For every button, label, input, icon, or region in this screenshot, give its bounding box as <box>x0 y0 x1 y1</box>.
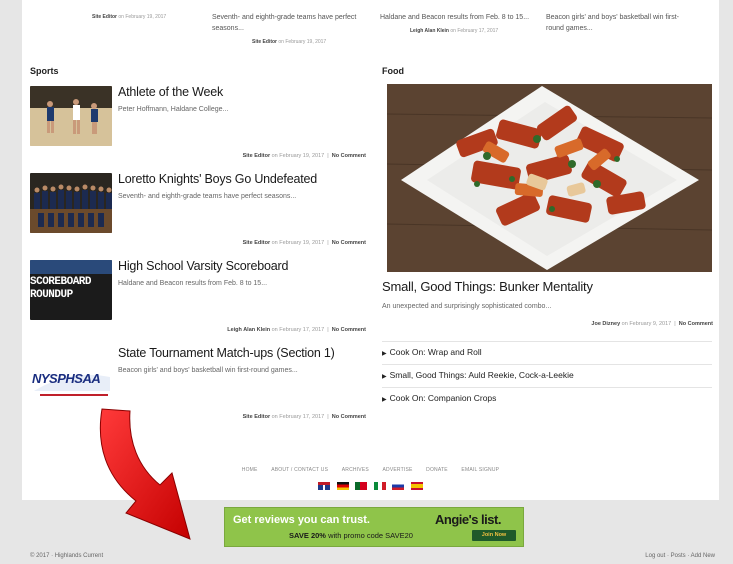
sports-section-title[interactable]: Sports <box>30 66 59 76</box>
portugal-flag-icon[interactable] <box>355 481 368 490</box>
footer-link-advertise[interactable]: ADVERTISE <box>383 467 413 473</box>
top-item-2[interactable]: Seventh- and eighth-grade teams have per… <box>212 12 362 48</box>
footer-link-archives[interactable]: ARCHIVES <box>342 467 369 473</box>
article-title[interactable]: State Tournament Match-ups (Section 1) <box>118 346 335 360</box>
angies-list-ad-banner[interactable]: Get reviews you can trust. Angie's list.… <box>224 507 524 547</box>
top-item-text: Beacon girls' and boys' basketball win f… <box>546 14 680 32</box>
ad-discount: SAVE 20% <box>289 531 326 540</box>
article-meta: Site Editor on February 17, 2017 | No Co… <box>242 414 366 420</box>
top-item-text: Haldane and Beacon results from Feb. 8 t… <box>380 14 530 21</box>
scoreboard-roundup-text: SCOREBOARD ROUNDUP <box>30 276 92 301</box>
divider <box>382 387 712 388</box>
article-excerpt: Peter Hoffmann, Haldane College... <box>118 106 229 113</box>
footer-link-about[interactable]: ABOUT / CONTACT US <box>271 467 328 473</box>
spain-flag-icon[interactable] <box>410 481 423 490</box>
author-link[interactable]: Site Editor <box>252 39 277 45</box>
divider <box>382 341 712 342</box>
athlete-thumbnail[interactable] <box>30 86 112 146</box>
footer-link-donate[interactable]: DONATE <box>426 467 448 473</box>
triangle-right-icon: ▶ <box>382 374 387 380</box>
ad-promo-text: SAVE 20% with promo code SAVE20 <box>289 531 413 540</box>
food-link-2[interactable]: ▶ Small, Good Things: Auld Reekie, Cock-a… <box>382 370 574 380</box>
admin-links[interactable]: Log out · Posts · Add New <box>645 553 715 559</box>
date: on February 9, 2017 <box>621 321 672 327</box>
food-link-3[interactable]: ▶ Cook On: Companion Crops <box>382 393 496 403</box>
article-title[interactable]: High School Varsity Scoreboard <box>118 259 288 273</box>
date: on February 17, 2017 <box>450 28 499 34</box>
food-section-title[interactable]: Food <box>382 66 404 76</box>
comments-link[interactable]: No Comment <box>332 414 366 420</box>
footer-link-email-signup[interactable]: EMAIL SIGNUP <box>461 467 499 473</box>
article-excerpt: Haldane and Beacon results from Feb. 8 t… <box>118 280 268 287</box>
top-article-row: Site Editor on February 19, 2017 Seventh… <box>22 0 719 58</box>
uk-flag-icon[interactable] <box>318 481 331 490</box>
russia-flag-icon[interactable] <box>392 481 405 490</box>
article-loretto-knights[interactable]: Loretto Knights' Boys Go Undefeated Seve… <box>30 165 366 251</box>
nysphsaa-logo-text: NYSPHSAA <box>32 371 101 386</box>
food-link-label: Small, Good Things: Auld Reekie, Cock-a-… <box>389 370 574 380</box>
germany-flag-icon[interactable] <box>336 481 349 490</box>
article-athlete-of-week[interactable]: Athlete of the Week Peter Hoffmann, Hald… <box>30 78 366 164</box>
divider <box>382 364 712 365</box>
top-item-4[interactable]: Beacon girls' and boys' basketball win f… <box>546 12 696 34</box>
date: on February 17, 2017 <box>271 414 325 420</box>
red-arrow-annotation <box>99 408 191 540</box>
article-excerpt: Beacon girls' and boys' basketball win f… <box>118 367 298 374</box>
food-link-label: Cook On: Companion Crops <box>389 393 497 403</box>
article-excerpt: Seventh- and eighth-grade teams have per… <box>118 193 297 200</box>
comments-link[interactable]: No Comment <box>679 321 713 327</box>
food-feature-title[interactable]: Small, Good Things: Bunker Mentality <box>382 279 593 294</box>
ad-join-now-button[interactable]: Join Now <box>472 530 516 541</box>
article-meta: Site Editor on February 19, 2017 | No Co… <box>242 153 366 159</box>
comments-link[interactable]: No Comment <box>332 153 366 159</box>
date: on February 19, 2017 <box>271 153 325 159</box>
article-title[interactable]: Loretto Knights' Boys Go Undefeated <box>118 172 317 186</box>
article-meta: Site Editor on February 19, 2017 | No Co… <box>242 240 366 246</box>
italy-flag-icon[interactable] <box>373 481 386 490</box>
top-item-meta: Site Editor on February 19, 2017 <box>92 12 202 23</box>
date: on February 17, 2017 <box>271 327 325 333</box>
top-item-3[interactable]: Haldane and Beacon results from Feb. 8 t… <box>380 12 530 37</box>
article-meta: Leigh Alan Klein on February 17, 2017 | … <box>227 327 366 333</box>
ad-promo-code: with promo code SAVE20 <box>328 531 413 540</box>
triangle-right-icon: ▶ <box>382 397 387 403</box>
comments-link[interactable]: No Comment <box>332 327 366 333</box>
food-feature-meta: Joe Dizney on February 9, 2017 | No Comm… <box>591 321 713 327</box>
top-item-1[interactable]: Site Editor on February 19, 2017 <box>92 12 202 23</box>
date: on February 19, 2017 <box>271 240 325 246</box>
comments-link[interactable]: No Comment <box>332 240 366 246</box>
food-link-1[interactable]: ▶ Cook On: Wrap and Roll <box>382 347 482 357</box>
triangle-right-icon: ▶ <box>382 351 387 357</box>
scoreboard-thumbnail[interactable]: SCOREBOARD ROUNDUP <box>30 260 112 320</box>
food-link-label: Cook On: Wrap and Roll <box>389 347 482 357</box>
top-item-meta: Leigh Alan Klein on February 17, 2017 <box>380 26 530 37</box>
article-title[interactable]: Athlete of the Week <box>118 85 223 99</box>
ad-headline: Get reviews you can trust. <box>233 514 370 526</box>
food-feature-image[interactable] <box>387 84 712 272</box>
author-link[interactable]: Site Editor <box>92 14 117 20</box>
footer-link-home[interactable]: HOME <box>242 467 258 473</box>
author-link[interactable]: Site Editor <box>243 240 271 246</box>
author-link[interactable]: Joe Dizney <box>591 321 620 327</box>
nysphsaa-logo-thumbnail[interactable]: NYSPHSAA <box>30 347 112 407</box>
author-link[interactable]: Leigh Alan Klein <box>227 327 270 333</box>
article-varsity-scoreboard[interactable]: SCOREBOARD ROUNDUP High School Varsity S… <box>30 252 366 338</box>
date: on February 19, 2017 <box>118 14 167 20</box>
top-item-meta: Site Editor on February 19, 2017 <box>212 37 362 48</box>
team-photo-thumbnail[interactable] <box>30 173 112 233</box>
author-link[interactable]: Site Editor <box>243 414 271 420</box>
food-feature-excerpt: An unexpected and surprisingly sophistic… <box>382 303 552 310</box>
ad-brand-logo: Angie's list. <box>435 512 501 527</box>
date: on February 19, 2017 <box>278 39 327 45</box>
author-link[interactable]: Leigh Alan Klein <box>410 28 449 34</box>
top-item-text: Seventh- and eighth-grade teams have per… <box>212 14 357 32</box>
author-link[interactable]: Site Editor <box>243 153 271 159</box>
